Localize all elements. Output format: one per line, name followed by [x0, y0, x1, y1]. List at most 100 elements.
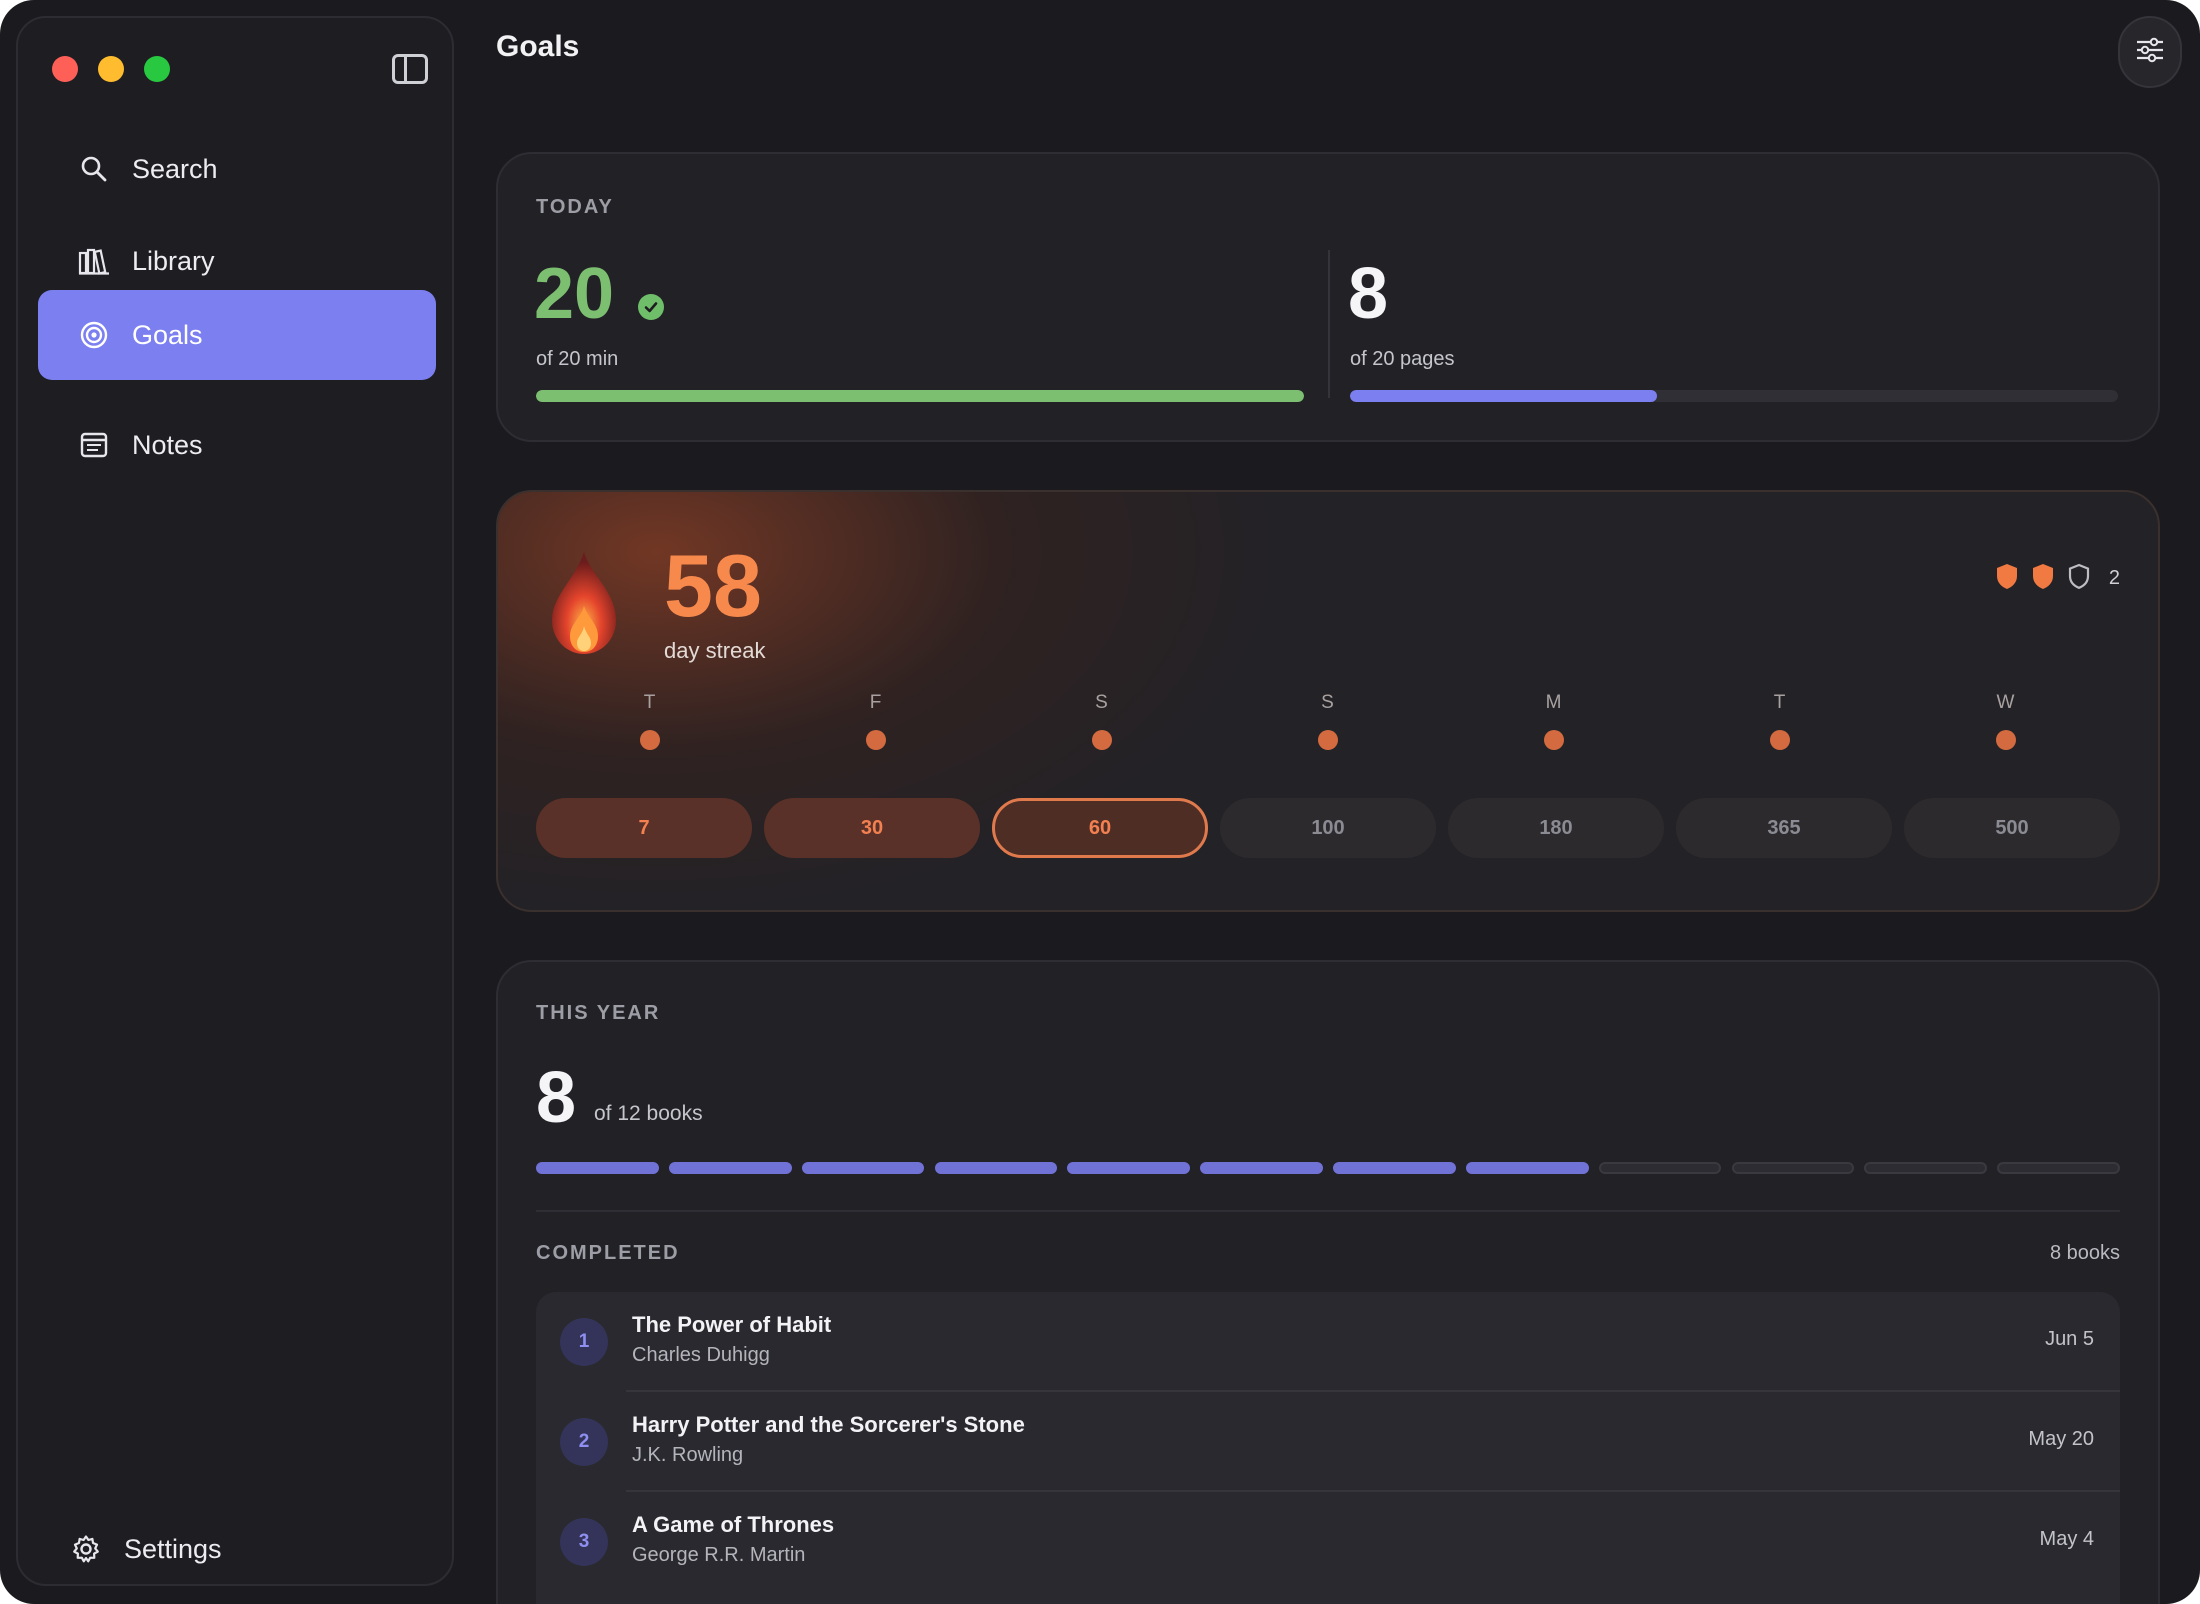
book-title: Harry Potter and the Sorcerer's Stone — [632, 1412, 1025, 1437]
milestone-7[interactable]: 7 — [536, 798, 752, 858]
window-controls — [52, 56, 170, 82]
segment-remaining — [1997, 1162, 2120, 1174]
sliders-icon — [2135, 37, 2165, 68]
segment-complete — [1200, 1162, 1323, 1174]
this-year-card: THIS YEAR 8 of 12 books COMPLETED 8 book… — [496, 960, 2160, 1604]
day-item: T — [1750, 692, 1810, 750]
day-complete-dot — [1770, 730, 1790, 750]
milestone-60[interactable]: 60 — [992, 798, 1208, 858]
book-author: George R.R. Martin — [632, 1544, 806, 1566]
streak-freezes[interactable]: 2 — [1995, 562, 2120, 595]
day-letter: F — [869, 692, 883, 713]
pages-subtitle: of 20 pages — [1350, 348, 1455, 370]
page-title: Goals — [496, 30, 580, 63]
sidebar-item-search[interactable]: Search — [38, 124, 436, 214]
segment-complete — [668, 1162, 792, 1174]
pages-goal: 8 of 20 pages — [1330, 154, 2160, 440]
shield-filled-icon — [2031, 562, 2055, 595]
segment-remaining — [1598, 1162, 1722, 1174]
check-icon — [638, 294, 664, 320]
shield-filled-icon — [1995, 562, 2019, 595]
zoom-window-button[interactable] — [144, 56, 170, 82]
day-letter: S — [1321, 692, 1335, 713]
minutes-goal: 20 of 20 min — [498, 154, 1328, 440]
minutes-progress-fill — [536, 390, 1304, 402]
milestone-180[interactable]: 180 — [1448, 798, 1664, 858]
flame-icon — [544, 548, 624, 663]
book-date: May 20 — [2028, 1428, 2094, 1450]
list-item[interactable]: 1 The Power of Habit Charles Duhigg Jun … — [536, 1292, 2120, 1392]
segment-remaining — [1864, 1162, 1988, 1174]
day-complete-dot — [1996, 730, 2016, 750]
day-letter: M — [1545, 692, 1563, 713]
divider — [536, 1210, 2120, 1212]
sidebar-item-label: Library — [132, 245, 215, 276]
today-card: TODAY 20 of 20 min 8 of 20 pages — [496, 152, 2160, 442]
day-item: F — [846, 692, 906, 750]
shield-empty-icon — [2067, 562, 2091, 595]
book-author: J.K. Rowling — [632, 1444, 744, 1466]
book-rank: 2 — [560, 1418, 608, 1466]
milestone-500[interactable]: 500 — [1904, 798, 2120, 858]
book-date: May 4 — [2039, 1528, 2094, 1550]
pages-progress-bar — [1350, 390, 2118, 402]
book-rank: 1 — [560, 1318, 608, 1366]
day-letter: T — [643, 692, 657, 713]
day-complete-dot — [866, 730, 886, 750]
book-title: The Power of Habit — [632, 1312, 832, 1337]
completed-books-list: 1 The Power of Habit Charles Duhigg Jun … — [536, 1292, 2120, 1604]
minutes-subtitle: of 20 min — [536, 348, 619, 370]
sidebar-item-goals[interactable]: Goals — [38, 290, 436, 380]
pages-progress-fill — [1350, 390, 1658, 402]
sidebar: Search Library Goals Notes Settings — [16, 16, 454, 1586]
settings-label: Settings — [124, 1533, 222, 1564]
day-item: S — [1072, 692, 1132, 750]
milestone-100[interactable]: 100 — [1220, 798, 1436, 858]
milestone-365[interactable]: 365 — [1676, 798, 1892, 858]
completed-label: COMPLETED — [536, 1242, 680, 1264]
app-window: Search Library Goals Notes Settings Goal… — [0, 0, 2200, 1604]
search-icon — [78, 153, 110, 185]
day-item: M — [1524, 692, 1584, 750]
streak-value: 58 — [664, 536, 762, 635]
list-item[interactable]: 2 Harry Potter and the Sorcerer's Stone … — [536, 1392, 2120, 1492]
books-goal-subtitle: of 12 books — [594, 1102, 703, 1125]
book-rank: 3 — [560, 1518, 608, 1566]
day-item: W — [1976, 692, 2036, 750]
minimize-window-button[interactable] — [98, 56, 124, 82]
filter-button[interactable] — [2118, 16, 2182, 88]
book-title: A Game of Thrones — [632, 1512, 835, 1537]
close-window-button[interactable] — [52, 56, 78, 82]
milestone-30[interactable]: 30 — [764, 798, 980, 858]
segment-complete — [1333, 1162, 1456, 1174]
day-complete-dot — [640, 730, 660, 750]
sidebar-toggle-icon[interactable] — [392, 54, 428, 84]
day-letter: W — [1996, 692, 2016, 713]
day-complete-dot — [1318, 730, 1338, 750]
segment-remaining — [1731, 1162, 1855, 1174]
pages-value: 8 — [1348, 254, 1389, 334]
segment-complete — [1465, 1162, 1589, 1174]
list-item[interactable]: 3 A Game of Thrones George R.R. Martin M… — [536, 1492, 2120, 1592]
segment-complete — [1067, 1162, 1191, 1174]
day-letter: S — [1095, 692, 1109, 713]
minutes-value: 20 — [534, 254, 615, 334]
day-letter: T — [1773, 692, 1787, 713]
sidebar-item-label: Goals — [132, 319, 203, 350]
day-item: S — [1298, 692, 1358, 750]
notes-icon — [78, 429, 110, 461]
day-complete-dot — [1092, 730, 1112, 750]
segment-complete — [934, 1162, 1058, 1174]
minutes-progress-bar — [536, 390, 1304, 402]
segment-complete — [801, 1162, 925, 1174]
target-icon — [78, 319, 110, 351]
this-year-label: THIS YEAR — [536, 1002, 661, 1024]
books-icon — [78, 245, 110, 277]
book-author: Charles Duhigg — [632, 1344, 770, 1366]
sidebar-item-settings[interactable]: Settings — [30, 1504, 428, 1594]
sidebar-item-label: Search — [132, 153, 218, 184]
shield-count: 2 — [2108, 567, 2120, 589]
sidebar-item-notes[interactable]: Notes — [38, 400, 436, 490]
segment-complete — [536, 1162, 659, 1174]
gear-icon — [70, 1533, 102, 1565]
